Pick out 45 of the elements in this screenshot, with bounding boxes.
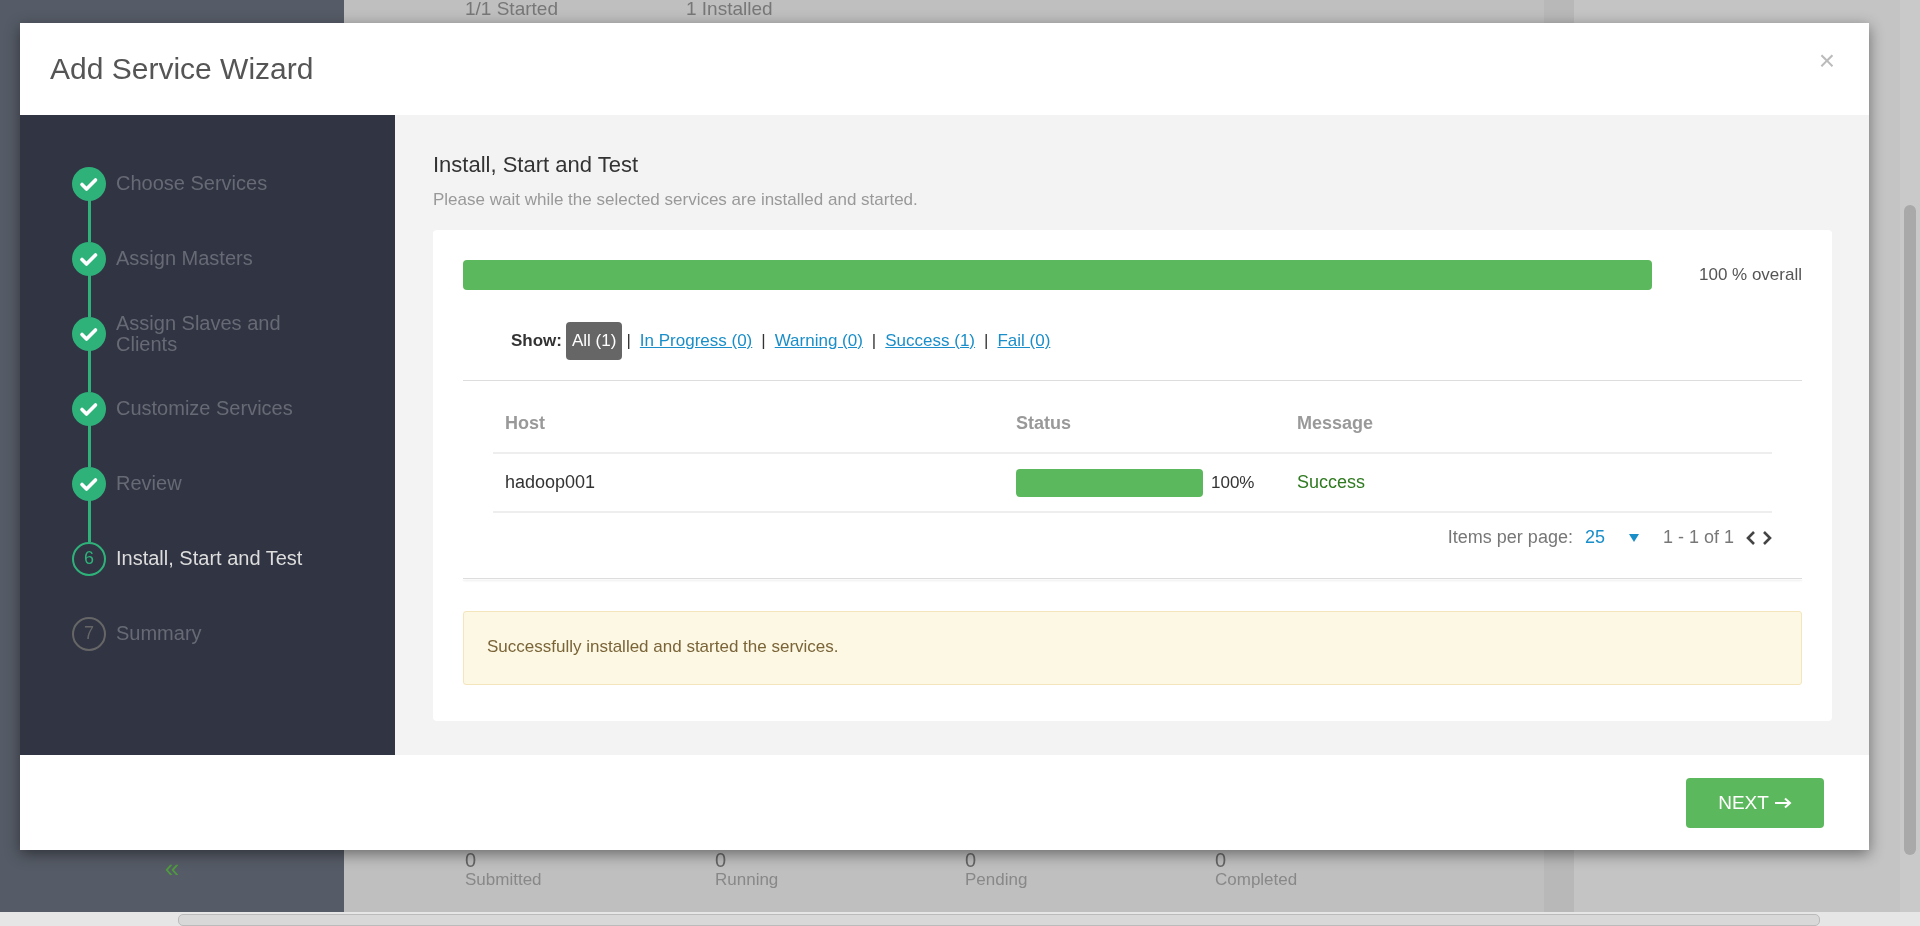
stat-value: 0: [965, 850, 978, 870]
caret-icon: [1628, 533, 1639, 542]
collapse-toggle[interactable]: «: [164, 853, 180, 884]
chevron-left-icon[interactable]: [1746, 530, 1756, 545]
filter-label: Show:: [511, 331, 562, 351]
stat-value: 0: [1215, 850, 1228, 870]
separator-text: |: [871, 331, 877, 351]
filter-link[interactable]: Warning (0): [774, 331, 863, 351]
stat-value: 0: [715, 850, 728, 870]
filter-link[interactable]: Success (1): [885, 331, 976, 351]
success-alert: Successfully installed and started the services.: [463, 611, 1802, 685]
page-size-dropdown[interactable]: 25: [1584, 527, 1605, 548]
dialog-title: Add Service Wizard: [50, 52, 314, 86]
step-number: 6: [72, 541, 106, 576]
chevron-right-icon[interactable]: [1762, 530, 1772, 545]
filter-link[interactable]: In Progress (0): [639, 331, 753, 351]
separator-text: |: [984, 331, 989, 351]
step-connector: [87, 275, 91, 317]
separator-text: |: [761, 331, 766, 351]
close-button[interactable]: ×: [1814, 45, 1839, 77]
status-text: 1/1 Started: [465, 0, 558, 18]
arrow-right-icon: [1774, 796, 1792, 809]
step-connector: [87, 500, 91, 542]
filter-link[interactable]: All (1): [566, 322, 623, 360]
section-title: Install, Start and Test: [433, 152, 640, 178]
section-subtitle: Please wait while the selected services are installed and started.: [433, 189, 919, 211]
step-connector: [87, 200, 91, 242]
filter-link[interactable]: Fail (0): [997, 331, 1051, 351]
table-cell-text: hadoop001: [504, 472, 597, 493]
separator-text: |: [626, 331, 631, 351]
scrollbar-thumb[interactable]: [1904, 205, 1916, 855]
next-button[interactable]: NEXT: [1686, 777, 1824, 828]
column-header: Host: [504, 413, 546, 434]
percent-text: 100%: [1211, 472, 1255, 493]
column-header: Status: [1015, 413, 1072, 434]
progress-label: 100 % overall: [1699, 265, 1802, 285]
stat-value: 0: [465, 850, 478, 870]
column-header: Message: [1296, 413, 1374, 434]
table-cell-text: Success: [1296, 472, 1366, 493]
pagination-label: Items per page:: [1447, 527, 1573, 548]
step-label[interactable]: Install, Start and Test: [116, 548, 326, 569]
status-text: 1 Installed: [685, 0, 773, 18]
step-connector: [87, 350, 91, 392]
pagination-range: 1 - 1 of 1: [1662, 527, 1734, 548]
step-connector: [87, 425, 91, 467]
